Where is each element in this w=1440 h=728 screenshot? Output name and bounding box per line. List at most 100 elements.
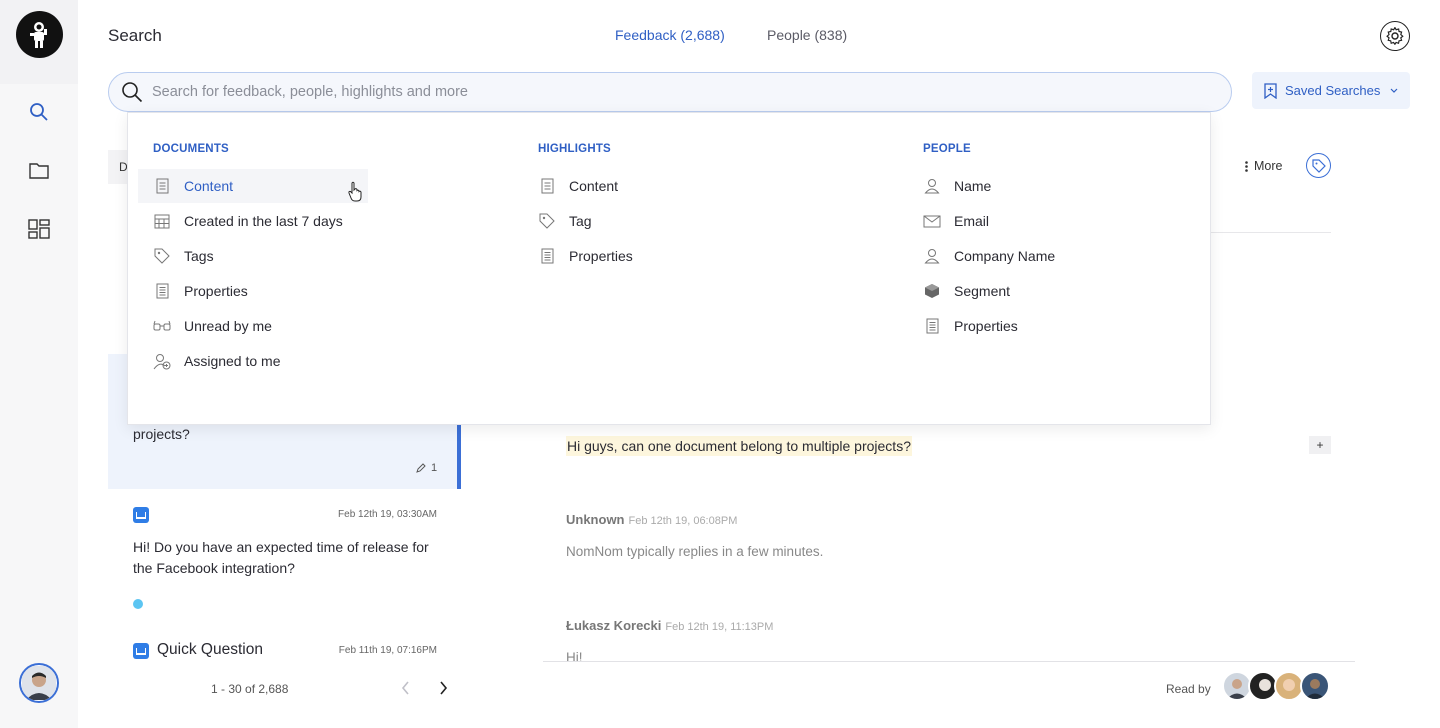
assigned-user-icon bbox=[153, 352, 171, 370]
option-label: Name bbox=[954, 178, 992, 194]
list-item[interactable]: Quick Question Feb 11th 19, 07:16PM bbox=[108, 620, 461, 665]
highlights-properties-option[interactable]: Properties bbox=[538, 239, 633, 273]
pagination-label: 1 - 30 of 2,688 bbox=[211, 682, 289, 696]
app-logo[interactable] bbox=[16, 11, 63, 58]
saved-searches-button[interactable]: Saved Searches bbox=[1252, 72, 1410, 109]
author-name: Łukasz Korecki bbox=[566, 618, 662, 633]
message-time: Feb 12th 19, 06:08PM bbox=[628, 515, 738, 527]
search-icon bbox=[122, 82, 143, 103]
search-input[interactable] bbox=[152, 73, 1212, 110]
properties-icon bbox=[153, 282, 171, 300]
next-page-button[interactable] bbox=[439, 681, 448, 699]
highlighter-icon bbox=[416, 463, 426, 473]
tab-people[interactable]: People (838) bbox=[767, 27, 847, 43]
hand-cursor-icon bbox=[348, 181, 362, 202]
documents-properties-option[interactable]: Properties bbox=[153, 274, 248, 308]
card-date: Feb 11th 19, 07:16PM bbox=[338, 645, 437, 656]
more-button[interactable]: More bbox=[1245, 159, 1282, 173]
message-author: Łukasz Korecki Feb 12th 19, 11:13PM bbox=[566, 618, 773, 633]
tag-button[interactable] bbox=[1306, 153, 1331, 178]
option-label: Company Name bbox=[954, 248, 1056, 264]
more-label: More bbox=[1254, 159, 1283, 173]
tag-icon bbox=[1311, 158, 1326, 173]
option-label: Tags bbox=[184, 248, 214, 264]
option-label: Unread by me bbox=[184, 318, 272, 334]
chevron-right-icon bbox=[440, 681, 448, 695]
highlights-tag-option[interactable]: Tag bbox=[538, 204, 592, 238]
add-highlight-button[interactable]: + bbox=[1309, 436, 1331, 454]
calendar-icon bbox=[153, 212, 171, 230]
list-item[interactable]: Feb 12th 19, 03:30AM Hi! Do you have an … bbox=[108, 490, 461, 620]
prev-page-button[interactable] bbox=[401, 681, 410, 699]
saved-searches-label: Saved Searches bbox=[1285, 83, 1381, 98]
nav-search-button[interactable] bbox=[24, 97, 54, 127]
option-label: Content bbox=[569, 178, 619, 194]
people-email-option[interactable]: Email bbox=[923, 204, 989, 238]
intercom-icon bbox=[133, 507, 149, 523]
people-name-option[interactable]: Name bbox=[923, 169, 991, 203]
search-bar bbox=[108, 72, 1232, 112]
highlights-heading: HIGHLIGHTS bbox=[538, 143, 611, 155]
card-text: projects? bbox=[133, 426, 190, 442]
nav-dashboard-button[interactable] bbox=[24, 214, 54, 244]
settings-button[interactable] bbox=[1380, 21, 1410, 51]
documents-tags-option[interactable]: Tags bbox=[153, 239, 214, 273]
tab-feedback[interactable]: Feedback (2,688) bbox=[615, 27, 725, 43]
divider bbox=[543, 661, 1355, 662]
intercom-icon bbox=[133, 643, 149, 659]
search-suggestions-dropdown: DOCUMENTS Content Created in the last 7 … bbox=[127, 112, 1211, 425]
documents-created-option[interactable]: Created in the last 7 days bbox=[153, 204, 343, 238]
user-avatar[interactable] bbox=[19, 663, 59, 703]
option-label: Assigned to me bbox=[184, 353, 281, 369]
left-nav-rail bbox=[0, 0, 78, 728]
message-time: Feb 12th 19, 11:13PM bbox=[665, 621, 774, 633]
unread-dot bbox=[133, 599, 143, 609]
documents-content-option[interactable]: Content bbox=[138, 169, 368, 203]
highlighted-message[interactable]: Hi guys, can one document belong to mult… bbox=[566, 436, 912, 456]
documents-assigned-option[interactable]: Assigned to me bbox=[153, 344, 281, 378]
search-icon bbox=[30, 103, 48, 121]
highlight-count: 1 bbox=[415, 462, 437, 474]
reader-avatar[interactable] bbox=[1300, 671, 1330, 701]
option-label: Segment bbox=[954, 283, 1011, 299]
document-icon bbox=[153, 177, 171, 195]
gear-icon bbox=[1386, 27, 1404, 45]
chevron-down-icon bbox=[1390, 88, 1398, 93]
glasses-icon bbox=[153, 317, 171, 335]
dashboard-icon bbox=[28, 219, 50, 239]
highlights-content-option[interactable]: Content bbox=[538, 169, 618, 203]
option-label: Tag bbox=[569, 213, 592, 229]
nav-projects-button[interactable] bbox=[24, 155, 54, 185]
kebab-icon bbox=[1245, 160, 1248, 172]
people-heading: PEOPLE bbox=[923, 143, 971, 155]
people-properties-option[interactable]: Properties bbox=[923, 309, 1018, 343]
properties-icon bbox=[923, 317, 941, 335]
readers-avatars bbox=[1222, 671, 1330, 701]
read-by-label: Read by bbox=[1166, 682, 1211, 696]
user-icon bbox=[923, 247, 941, 265]
card-date: Feb 12th 19, 03:30AM bbox=[338, 509, 437, 520]
message-author: Unknown Feb 12th 19, 06:08PM bbox=[566, 512, 737, 527]
mail-icon bbox=[923, 212, 941, 230]
properties-icon bbox=[538, 247, 556, 265]
option-label: Properties bbox=[184, 283, 248, 299]
option-label: Email bbox=[954, 213, 990, 229]
chevron-left-icon bbox=[401, 681, 409, 695]
selected-indicator bbox=[457, 424, 461, 489]
people-company-option[interactable]: Company Name bbox=[923, 239, 1055, 273]
divider bbox=[1210, 232, 1331, 233]
logo-area bbox=[0, 0, 78, 84]
people-segment-option[interactable]: Segment bbox=[923, 274, 1010, 308]
message-body: NomNom typically replies in a few minute… bbox=[566, 544, 824, 559]
astronaut-icon bbox=[30, 22, 47, 48]
documents-heading: DOCUMENTS bbox=[153, 143, 229, 155]
tag-icon bbox=[538, 212, 556, 230]
option-label: Created in the last 7 days bbox=[184, 213, 343, 229]
user-icon bbox=[923, 177, 941, 195]
documents-unread-option[interactable]: Unread by me bbox=[153, 309, 272, 343]
author-name: Unknown bbox=[566, 512, 625, 527]
bookmark-icon bbox=[1264, 82, 1277, 99]
document-icon bbox=[538, 177, 556, 195]
segment-icon bbox=[923, 282, 941, 300]
card-text: Hi! Do you have an expected time of rele… bbox=[133, 539, 429, 576]
